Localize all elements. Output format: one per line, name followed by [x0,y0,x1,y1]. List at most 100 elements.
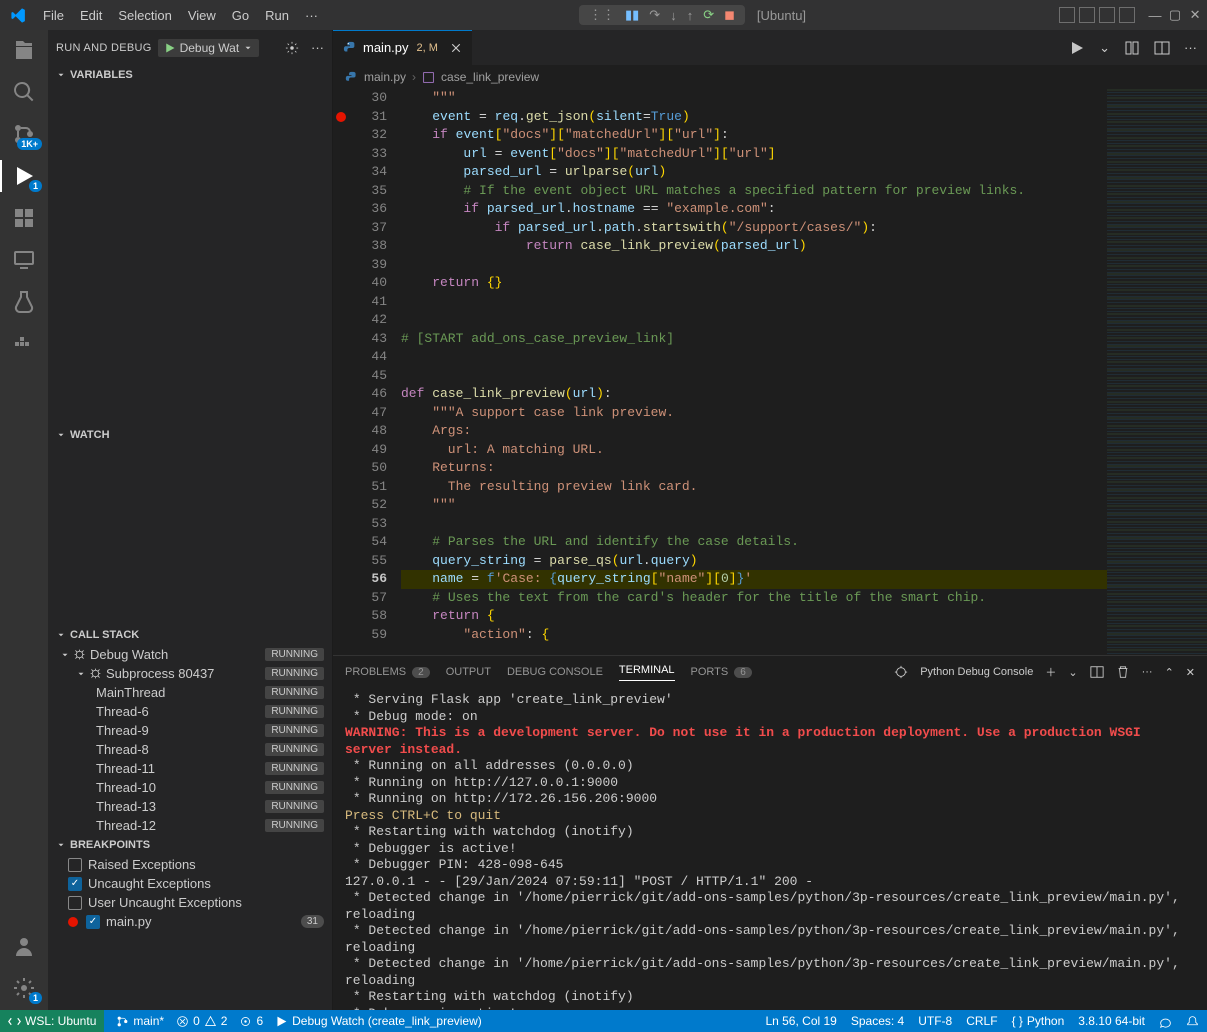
branch-indicator[interactable]: main* [116,1014,164,1028]
menu-view[interactable]: View [180,4,224,27]
callstack-row[interactable]: MainThreadRUNNING [48,683,332,702]
more-icon[interactable]: ··· [1184,40,1197,55]
callstack-row[interactable]: Thread-6RUNNING [48,702,332,721]
breakpoint-dot-icon[interactable] [336,112,346,122]
minimize-icon[interactable]: — [1147,7,1163,23]
bottom-panel: PROBLEMS2 OUTPUT DEBUG CONSOLE TERMINAL … [333,655,1207,1010]
run-debug-icon[interactable]: 1 [12,164,36,188]
search-icon[interactable] [12,80,36,104]
chevron-up-icon[interactable]: ⌃ [1165,666,1174,679]
menu-run[interactable]: Run [257,4,297,27]
menu-selection[interactable]: Selection [110,4,179,27]
more-icon[interactable]: ··· [1142,666,1153,678]
cursor-position[interactable]: Ln 56, Col 19 [765,1014,836,1028]
bell-icon[interactable] [1186,1015,1199,1028]
variables-header[interactable]: VARIABLES [48,65,332,85]
python-version[interactable]: 3.8.10 64-bit [1078,1014,1145,1028]
language-indicator[interactable]: { }Python [1012,1014,1065,1028]
panel-tab-terminal[interactable]: TERMINAL [619,664,675,681]
feedback-icon[interactable] [1159,1015,1172,1028]
trash-icon[interactable] [1116,665,1130,679]
debug-pause-icon[interactable]: ▮▮ [625,7,639,23]
callstack-row[interactable]: Subprocess 80437RUNNING [48,664,332,683]
close-icon[interactable]: ✕ [1186,666,1195,679]
callstack-row[interactable]: Thread-12RUNNING [48,816,332,835]
close-icon[interactable] [450,42,462,54]
panel-tab-output[interactable]: OUTPUT [446,666,491,678]
remote-indicator[interactable]: WSL: Ubuntu [0,1010,104,1032]
chevron-down-icon[interactable]: ⌄ [1068,666,1077,679]
checkbox[interactable] [68,858,82,872]
watch-header[interactable]: WATCH [48,425,332,445]
breadcrumb[interactable]: main.py › case_link_preview [333,65,1207,89]
run-icon[interactable] [1069,40,1085,56]
testing-icon[interactable] [12,290,36,314]
menu-edit[interactable]: Edit [72,4,110,27]
settings-icon[interactable]: 1 [12,976,36,1000]
checkbox[interactable] [86,915,100,929]
layout-icon[interactable] [1059,7,1075,23]
debug-step-over-icon[interactable]: ↷ [649,7,660,23]
indent-indicator[interactable]: Spaces: 4 [851,1014,904,1028]
layout-controls[interactable] [1059,7,1135,23]
compare-icon[interactable] [1124,40,1140,56]
panel-tab-problems[interactable]: PROBLEMS2 [345,666,430,678]
debug-config-selector[interactable]: Debug Wat [158,39,260,57]
breakpoint-option[interactable]: User Uncaught Exceptions [48,893,332,912]
eol-indicator[interactable]: CRLF [966,1014,997,1028]
callstack-row[interactable]: Thread-9RUNNING [48,721,332,740]
callstack-header[interactable]: CALL STACK [48,625,332,645]
close-icon[interactable]: ✕ [1187,7,1203,23]
checkbox[interactable] [68,877,82,891]
breakpoint-option[interactable]: Raised Exceptions [48,855,332,874]
accounts-icon[interactable] [12,934,36,958]
debug-drag-icon[interactable]: ⋮⋮ [589,7,615,23]
callstack-row[interactable]: Debug WatchRUNNING [48,645,332,664]
extensions-icon[interactable] [12,206,36,230]
ports-indicator[interactable]: 6 [239,1014,263,1028]
editor-tab[interactable]: main.py 2, M [333,30,473,65]
debug-restart-icon[interactable]: ⟳ [703,7,714,23]
minimap[interactable] [1107,89,1207,655]
breakpoint-file[interactable]: main.py31 [48,912,332,931]
status-bar: WSL: Ubuntu main* 0 2 6 Debug Watch (cre… [0,1010,1207,1032]
callstack-row[interactable]: Thread-13RUNNING [48,797,332,816]
debug-step-into-icon[interactable]: ↓ [670,8,677,23]
callstack-row[interactable]: Thread-8RUNNING [48,740,332,759]
source-control-icon[interactable]: 1K+ [12,122,36,146]
menu-go[interactable]: Go [224,4,257,27]
callstack-row[interactable]: Thread-11RUNNING [48,759,332,778]
menu-···[interactable]: ··· [297,4,326,27]
code-content[interactable]: """ event = req.get_json(silent=True) if… [397,89,1107,655]
breakpoints-header[interactable]: BREAKPOINTS [48,835,332,855]
gear-icon[interactable] [285,41,299,55]
split-icon[interactable] [1154,40,1170,56]
encoding-indicator[interactable]: UTF-8 [918,1014,952,1028]
add-terminal-icon[interactable]: ＋ [1045,664,1056,680]
menu-file[interactable]: File [35,4,72,27]
layout-icon[interactable] [1079,7,1095,23]
terminal-profile[interactable]: Python Debug Console [920,666,1033,678]
layout-icon[interactable] [1099,7,1115,23]
terminal-output[interactable]: * Serving Flask app 'create_link_preview… [333,688,1207,1010]
editor: main.py 2, M ⌄ ··· main.py › case_link_p… [333,30,1207,1010]
panel-tab-debug-console[interactable]: DEBUG CONSOLE [507,666,603,678]
explorer-icon[interactable] [12,38,36,62]
maximize-icon[interactable]: ▢ [1167,7,1183,23]
problems-indicator[interactable]: 0 2 [176,1014,227,1028]
callstack-row[interactable]: Thread-10RUNNING [48,778,332,797]
more-icon[interactable]: ··· [311,40,324,55]
debug-status[interactable]: Debug Watch (create_link_preview) [275,1014,482,1028]
panel-tab-ports[interactable]: PORTS6 [691,666,752,678]
remote-explorer-icon[interactable] [12,248,36,272]
docker-icon[interactable] [12,332,36,356]
titlebar: FileEditSelectionViewGoRun··· ⋮⋮ ▮▮ ↷ ↓ … [0,0,1207,30]
debug-toolbar[interactable]: ⋮⋮ ▮▮ ↷ ↓ ↑ ⟳ ◼ [579,5,745,25]
debug-step-out-icon[interactable]: ↑ [687,8,694,23]
layout-icon[interactable] [1119,7,1135,23]
debug-stop-icon[interactable]: ◼ [724,7,735,23]
breakpoint-option[interactable]: Uncaught Exceptions [48,874,332,893]
split-icon[interactable] [1090,665,1104,679]
checkbox[interactable] [68,896,82,910]
chevron-down-icon[interactable]: ⌄ [1099,40,1110,56]
